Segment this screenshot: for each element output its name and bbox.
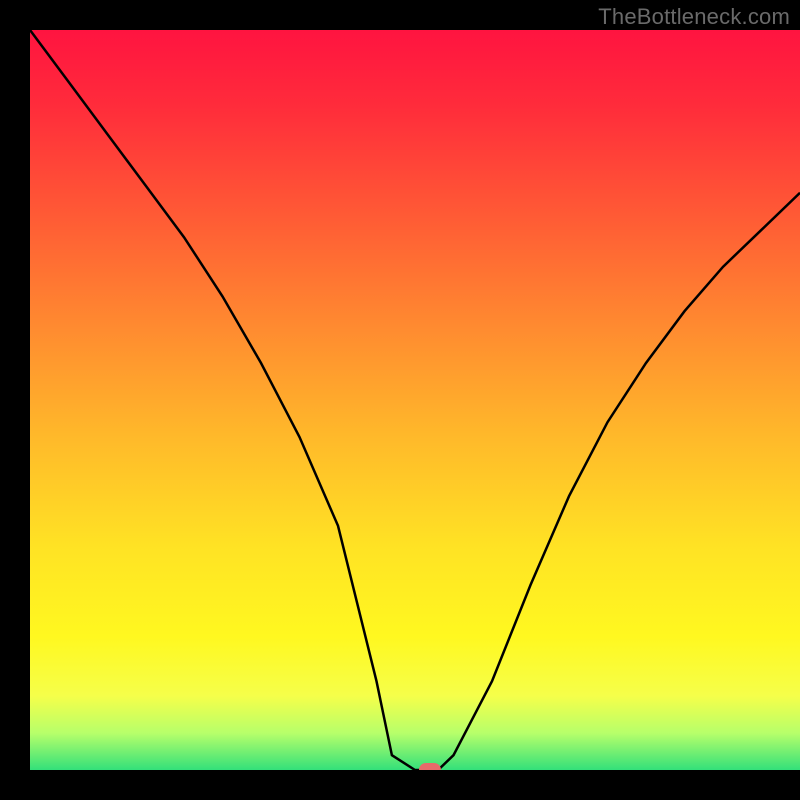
- bottleneck-curve: [30, 30, 800, 770]
- watermark-label: TheBottleneck.com: [598, 4, 790, 30]
- optimal-point-marker: [419, 763, 441, 770]
- chart-frame: TheBottleneck.com: [0, 0, 800, 800]
- plot-area: [30, 30, 800, 770]
